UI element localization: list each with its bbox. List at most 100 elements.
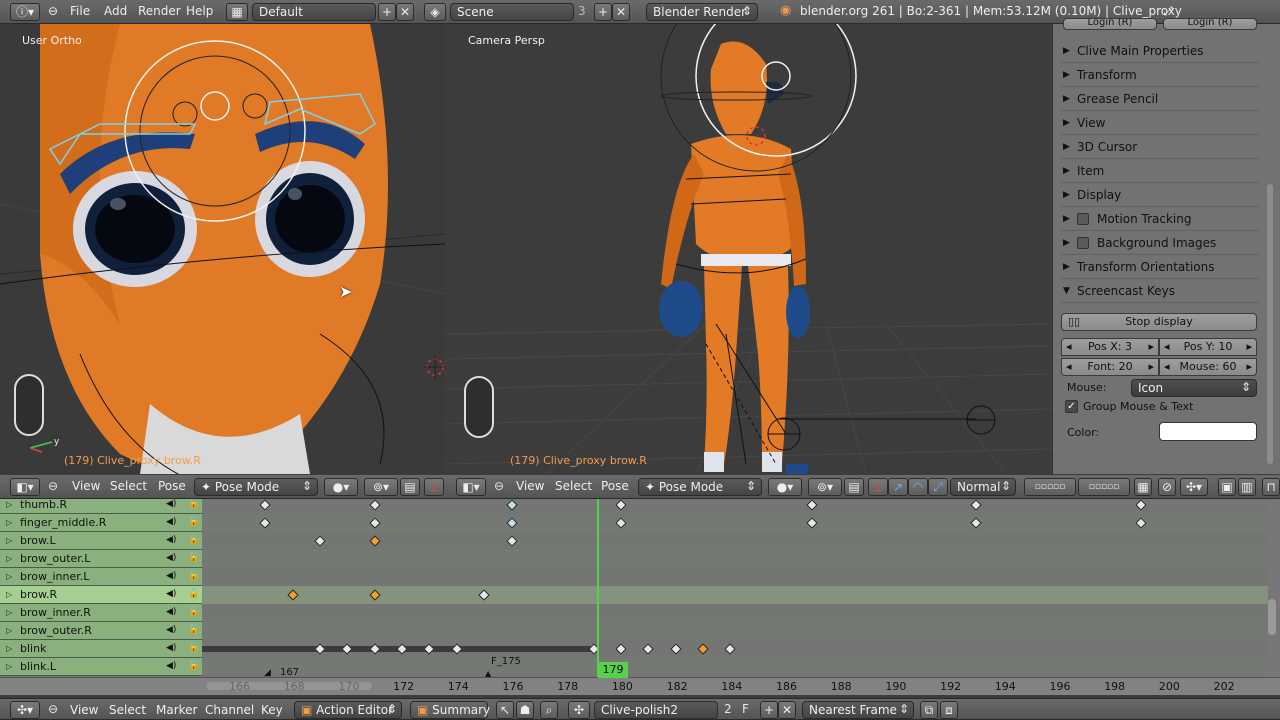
- channel-row[interactable]: ▷ thumb.R ◀) 🔓: [0, 499, 1268, 514]
- mouse-size-field[interactable]: ◂ Mouse: 60 ▸: [1159, 358, 1257, 376]
- screen-layout-icon[interactable]: ▦: [226, 3, 248, 21]
- keyframe[interactable]: [505, 499, 518, 511]
- channel-name[interactable]: ▷ thumb.R ◀) 🔓: [0, 499, 202, 514]
- keyframe[interactable]: [505, 517, 518, 529]
- scale-manipulator-icon[interactable]: ◠: [908, 478, 928, 496]
- collapse-menu-icon-right[interactable]: ⊖: [494, 479, 504, 493]
- layers-icon-left[interactable]: ▤: [400, 478, 420, 496]
- keyframe[interactable]: [669, 643, 682, 655]
- interaction-mode-dropdown-right[interactable]: ✦ Pose Mode ⇕: [638, 478, 762, 496]
- overflow-icon[interactable]: ⊓: [1262, 478, 1280, 496]
- pivot-dropdown-left[interactable]: ⊚▾: [364, 478, 398, 496]
- channel-name[interactable]: ▷ brow_inner.L ◀) 🔓: [0, 568, 202, 586]
- channel-name[interactable]: ▷ blink.L ◀) 🔓: [0, 658, 202, 676]
- channel-row[interactable]: ▷ brow_outer.R ◀) 🔓: [0, 622, 1268, 640]
- scene-icon[interactable]: ◈: [424, 3, 446, 21]
- transform-orientation-dropdown[interactable]: Normal ⇕: [950, 478, 1016, 496]
- channel-row[interactable]: ▷ brow.L ◀) 🔓: [0, 532, 1268, 550]
- channel-name[interactable]: ▷ brow.L ◀) 🔓: [0, 532, 202, 550]
- lock-icon[interactable]: 🔓: [188, 571, 199, 581]
- collapse-menu-icon-dopesheet[interactable]: ⊖: [48, 702, 58, 716]
- pose-tool-icon[interactable]: ⤢: [928, 478, 948, 496]
- expand-arrow-icon[interactable]: ▷: [6, 514, 12, 532]
- color-swatch[interactable]: [1159, 422, 1257, 441]
- keyframe[interactable]: [369, 499, 381, 511]
- keyframe[interactable]: [615, 643, 627, 655]
- pos-x-field[interactable]: ◂ Pos X: 3 ▸: [1061, 338, 1159, 356]
- section-screencast-keys[interactable]: ▼ Screencast Keys: [1061, 280, 1259, 303]
- keyframe[interactable]: [615, 517, 627, 529]
- menu-channel[interactable]: Channel: [205, 703, 254, 717]
- manipulator-icon-left[interactable]: ⊥: [424, 478, 444, 496]
- pivot-dropdown-right[interactable]: ⊚▾: [808, 478, 842, 496]
- mute-speaker-icon[interactable]: ◀): [166, 625, 176, 635]
- expand-arrow-icon[interactable]: ▷: [6, 604, 12, 622]
- interaction-mode-dropdown-left[interactable]: ✦ Pose Mode ⇕: [194, 478, 318, 496]
- mute-speaker-icon[interactable]: ◀): [166, 517, 176, 527]
- menu-key[interactable]: Key: [261, 703, 283, 717]
- lock-icon[interactable]: 🔓: [188, 589, 199, 599]
- summary-toggle[interactable]: ▣ Summary: [410, 701, 490, 719]
- lock-icon[interactable]: 🔓: [188, 661, 199, 671]
- scene-field[interactable]: Scene: [450, 3, 574, 21]
- section-clive-main-properties[interactable]: ▶ Clive Main Properties: [1061, 40, 1259, 63]
- mute-speaker-icon[interactable]: ◀): [166, 643, 176, 653]
- sidebar-scrollbar[interactable]: [1267, 184, 1273, 464]
- keyframe[interactable]: [642, 643, 654, 655]
- copy-keys-icon[interactable]: ⧉: [920, 701, 938, 719]
- frame-ruler[interactable]: 1661681701721741761781801821841861881901…: [0, 656, 1280, 695]
- keyframe[interactable]: [970, 517, 983, 529]
- keyframe[interactable]: [615, 499, 627, 511]
- playhead-line[interactable]: [597, 499, 599, 677]
- render-still-icon[interactable]: ▣: [1218, 478, 1236, 496]
- info-editor-type-icon[interactable]: ⓘ▾: [10, 3, 40, 21]
- only-selected-icon[interactable]: ↖: [496, 701, 514, 719]
- keyframe[interactable]: [505, 535, 518, 547]
- collapse-menu-icon-left[interactable]: ⊖: [48, 479, 58, 493]
- keyframe[interactable]: [697, 643, 709, 655]
- channel-row[interactable]: ▷ brow.R ◀) 🔓: [0, 586, 1268, 604]
- mouse-mode-dropdown[interactable]: Icon ⇕: [1131, 379, 1257, 397]
- mute-speaker-icon[interactable]: ◀): [166, 499, 176, 509]
- rotate-manipulator-icon[interactable]: ↗: [888, 478, 908, 496]
- keyframe[interactable]: [314, 535, 326, 547]
- lock-icon[interactable]: 🔓: [188, 553, 199, 563]
- group-mouse-text-checkbox[interactable]: ✓: [1065, 400, 1078, 413]
- search-filter-icon[interactable]: ⌕: [540, 701, 558, 719]
- marker-f175-label[interactable]: F_175: [491, 656, 521, 667]
- login-tab-b[interactable]: Login (R): [1163, 18, 1257, 30]
- section-grease-pencil[interactable]: ▶ Grease Pencil: [1061, 88, 1259, 111]
- lock-icon[interactable]: 🔓: [188, 607, 199, 617]
- render-engine-dropdown[interactable]: Blender Render ⇕: [646, 3, 758, 21]
- mute-speaker-icon[interactable]: ◀): [166, 553, 176, 563]
- menu-select-dopesheet[interactable]: Select: [109, 703, 146, 717]
- keyframe[interactable]: [369, 535, 381, 547]
- section-display[interactable]: ▶ Display: [1061, 184, 1259, 207]
- channel-row[interactable]: ▷ finger_middle.R ◀) 🔓: [0, 514, 1268, 532]
- mute-speaker-icon[interactable]: ◀): [166, 535, 176, 545]
- keyframe[interactable]: [259, 517, 272, 529]
- layer-grid-b[interactable]: ▫▫▫▫▫: [1078, 478, 1130, 496]
- menu-marker[interactable]: Marker: [156, 703, 197, 717]
- editor-type-icon-dopesheet[interactable]: ✣▾: [10, 701, 40, 719]
- paste-keys-icon[interactable]: ⧈: [940, 701, 958, 719]
- pos-y-field[interactable]: ◂ Pos Y: 10 ▸: [1159, 338, 1257, 356]
- snap-mode-dropdown[interactable]: Nearest Frame ⇕: [802, 701, 914, 719]
- action-browse-icon[interactable]: ✣: [568, 701, 590, 719]
- menu-select-left[interactable]: Select: [110, 479, 147, 493]
- section-background-images[interactable]: ▶ Background Images: [1061, 232, 1259, 255]
- section-checkbox[interactable]: [1077, 237, 1089, 249]
- screen-layout-field[interactable]: Default: [252, 3, 376, 21]
- show-hidden-icon[interactable]: ☗: [516, 701, 534, 719]
- lock-icon[interactable]: 🔓: [188, 643, 199, 653]
- section-3d-cursor[interactable]: ▶ 3D Cursor: [1061, 136, 1259, 159]
- expand-arrow-icon[interactable]: ▷: [6, 499, 12, 514]
- menu-pose-left[interactable]: Pose: [158, 479, 186, 493]
- expand-arrow-icon[interactable]: ▷: [6, 586, 12, 604]
- expand-arrow-icon[interactable]: ▷: [6, 568, 12, 586]
- channel-name[interactable]: ▷ brow_outer.R ◀) 🔓: [0, 622, 202, 640]
- keyframe[interactable]: [369, 517, 381, 529]
- expand-arrow-icon[interactable]: ▷: [6, 622, 12, 640]
- lock-icon[interactable]: 🔓: [188, 625, 199, 635]
- layers-icon-right[interactable]: ▤: [844, 478, 864, 496]
